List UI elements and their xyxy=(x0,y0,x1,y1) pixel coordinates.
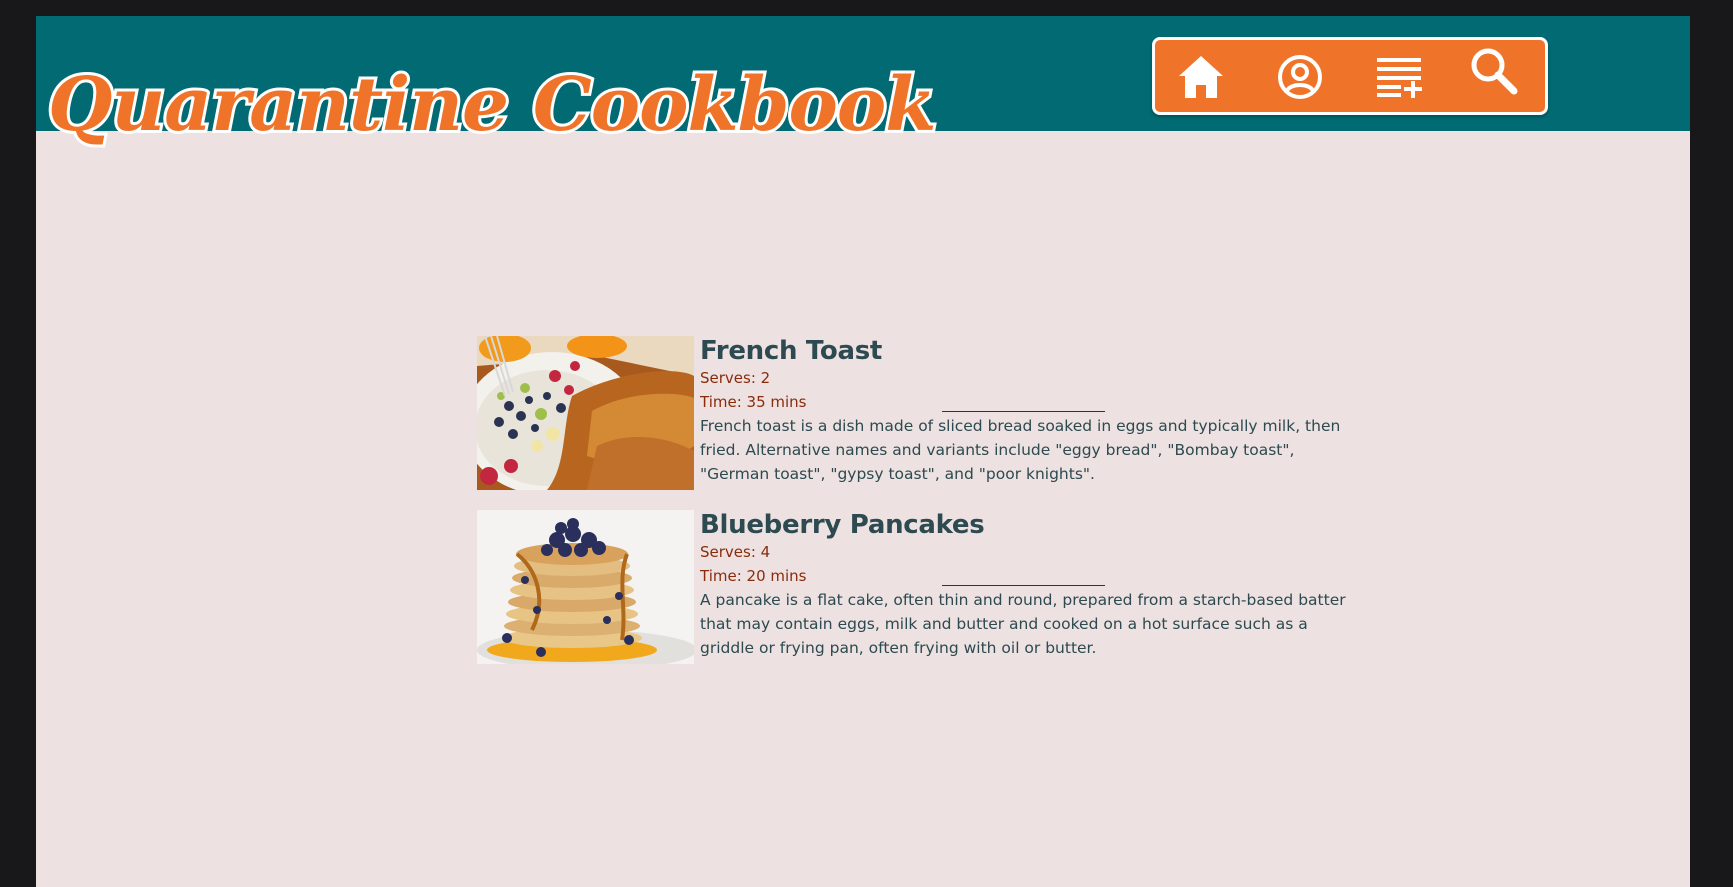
divider-line xyxy=(942,411,1105,412)
nav-bar xyxy=(1152,37,1548,115)
profile-icon xyxy=(1278,55,1322,99)
recipe-list: French Toast Serves: 2 Time: 35 mins Fre… xyxy=(477,336,1377,684)
add-recipe-icon xyxy=(1377,58,1422,98)
blueberry-pancakes-image[interactable] xyxy=(477,510,694,664)
home-button[interactable] xyxy=(1173,50,1229,104)
french-toast-image[interactable] xyxy=(477,336,694,490)
search-button[interactable] xyxy=(1466,44,1522,98)
recipe-card[interactable]: French Toast Serves: 2 Time: 35 mins Fre… xyxy=(477,336,1377,490)
recipe-card[interactable]: Blueberry Pancakes Serves: 4 Time: 20 mi… xyxy=(477,510,1377,664)
recipe-serves: Serves: 4 xyxy=(700,543,771,561)
app-logo-title[interactable]: Quarantine Cookbook xyxy=(45,65,939,145)
profile-button[interactable] xyxy=(1272,50,1328,104)
recipe-title[interactable]: Blueberry Pancakes xyxy=(700,510,1360,540)
divider-line xyxy=(942,585,1105,586)
recipe-title[interactable]: French Toast xyxy=(700,336,1360,366)
search-icon xyxy=(1471,48,1518,95)
recipe-description: A pancake is a flat cake, often thin and… xyxy=(700,591,1346,657)
recipe-description: French toast is a dish made of sliced br… xyxy=(700,417,1341,483)
home-icon xyxy=(1179,56,1223,98)
recipe-serves: Serves: 2 xyxy=(700,369,771,387)
add-recipe-button[interactable] xyxy=(1372,50,1428,104)
page: Quarantine Cookbook French Toast Serves:… xyxy=(36,16,1690,887)
